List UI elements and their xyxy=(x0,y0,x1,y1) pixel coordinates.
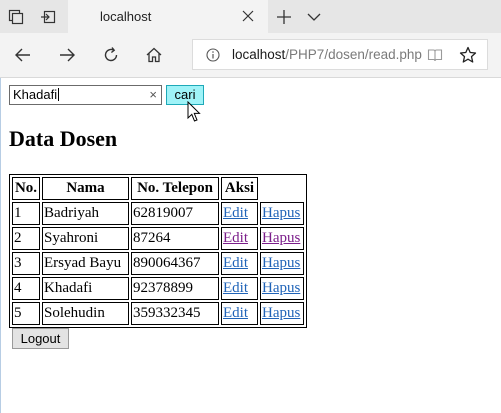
edit-link[interactable]: Edit xyxy=(223,305,248,321)
hapus-link[interactable]: Hapus xyxy=(262,230,300,246)
star-icon[interactable] xyxy=(459,46,477,64)
cell-edit: Edit xyxy=(221,277,258,300)
cell-no: 3 xyxy=(12,252,40,275)
cell-no: 2 xyxy=(12,227,40,250)
edit-link[interactable]: Edit xyxy=(223,280,248,296)
cell-nama: Khadafi xyxy=(42,277,129,300)
cell-hapus: Hapus xyxy=(260,277,304,300)
mouse-cursor-icon xyxy=(187,101,201,122)
table-row: 3 Ersyad Bayu 890064367 Edit Hapus xyxy=(12,252,304,275)
header-nama: Nama xyxy=(42,177,129,200)
tab-actions-icon[interactable] xyxy=(8,9,24,25)
search-input[interactable]: Khadafi × xyxy=(9,85,162,105)
table-row: 5 Solehudin 359332345 Edit Hapus xyxy=(12,302,304,325)
header-empty xyxy=(260,177,304,200)
search-value: Khadafi xyxy=(13,87,58,102)
cell-telepon: 87264 xyxy=(131,227,219,250)
header-aksi: Aksi xyxy=(221,177,258,200)
hapus-link[interactable]: Hapus xyxy=(262,280,300,296)
cell-no: 5 xyxy=(12,302,40,325)
edit-link[interactable]: Edit xyxy=(223,205,248,221)
cell-telepon: 359332345 xyxy=(131,302,219,325)
navigation-bar: localhost/PHP7/dosen/read.php xyxy=(0,33,501,78)
logout-button[interactable]: Logout xyxy=(12,328,69,349)
clear-icon[interactable]: × xyxy=(149,87,157,103)
edit-link[interactable]: Edit xyxy=(223,255,248,271)
page-title: Data Dosen xyxy=(9,126,118,151)
table-row: 4 Khadafi 92378899 Edit Hapus xyxy=(12,277,304,300)
tab-localhost[interactable]: localhost xyxy=(68,0,268,33)
cell-hapus: Hapus xyxy=(260,302,304,325)
text-caret xyxy=(58,88,60,101)
cell-telepon: 890064367 xyxy=(131,252,219,275)
url-host: localhost xyxy=(232,47,286,62)
tab-bar: localhost xyxy=(0,0,501,33)
cell-no: 4 xyxy=(12,277,40,300)
cell-telepon: 62819007 xyxy=(131,202,219,225)
cell-no: 1 xyxy=(12,202,40,225)
header-telepon: No. Telepon xyxy=(131,177,219,200)
table-row: 1 Badriyah 62819007 Edit Hapus xyxy=(12,202,304,225)
reading-view-icon[interactable] xyxy=(427,47,443,63)
address-bar[interactable]: localhost/PHP7/dosen/read.php xyxy=(192,39,488,70)
cell-nama: Solehudin xyxy=(42,302,129,325)
cell-nama: Ersyad Bayu xyxy=(42,252,129,275)
cell-nama: Syahroni xyxy=(42,227,129,250)
forward-arrow-icon[interactable] xyxy=(58,46,76,64)
cell-telepon: 92378899 xyxy=(131,277,219,300)
cell-edit: Edit xyxy=(221,302,258,325)
cell-hapus: Hapus xyxy=(260,202,304,225)
chevron-down-icon[interactable] xyxy=(307,11,321,23)
hapus-link[interactable]: Hapus xyxy=(262,255,300,271)
back-arrow-icon[interactable] xyxy=(14,46,32,64)
hapus-link[interactable]: Hapus xyxy=(262,305,300,321)
url-path: /PHP7/dosen/read.php xyxy=(285,47,422,62)
table-row: 2 Syahroni 87264 Edit Hapus xyxy=(12,227,304,250)
dosen-table: No. Nama No. Telepon Aksi 1 Badriyah 628… xyxy=(9,174,307,328)
cell-edit: Edit xyxy=(221,227,258,250)
cell-hapus: Hapus xyxy=(260,227,304,250)
cell-nama: Badriyah xyxy=(42,202,129,225)
cell-edit: Edit xyxy=(221,202,258,225)
cell-hapus: Hapus xyxy=(260,252,304,275)
header-no: No. xyxy=(12,177,40,200)
set-aside-tabs-icon[interactable] xyxy=(40,9,56,25)
page-content: Khadafi × cari Data Dosen No. Nama No. T… xyxy=(0,78,501,413)
refresh-icon[interactable] xyxy=(102,46,120,64)
edit-link[interactable]: Edit xyxy=(223,230,248,246)
home-icon[interactable] xyxy=(145,46,163,64)
info-icon[interactable] xyxy=(206,48,220,62)
hapus-link[interactable]: Hapus xyxy=(262,205,300,221)
close-icon[interactable] xyxy=(242,10,254,22)
table-header-row: No. Nama No. Telepon Aksi xyxy=(12,177,304,200)
cell-edit: Edit xyxy=(221,252,258,275)
plus-icon[interactable] xyxy=(276,9,292,25)
tab-title: localhost xyxy=(100,9,152,24)
url-text: localhost/PHP7/dosen/read.php xyxy=(232,47,422,62)
